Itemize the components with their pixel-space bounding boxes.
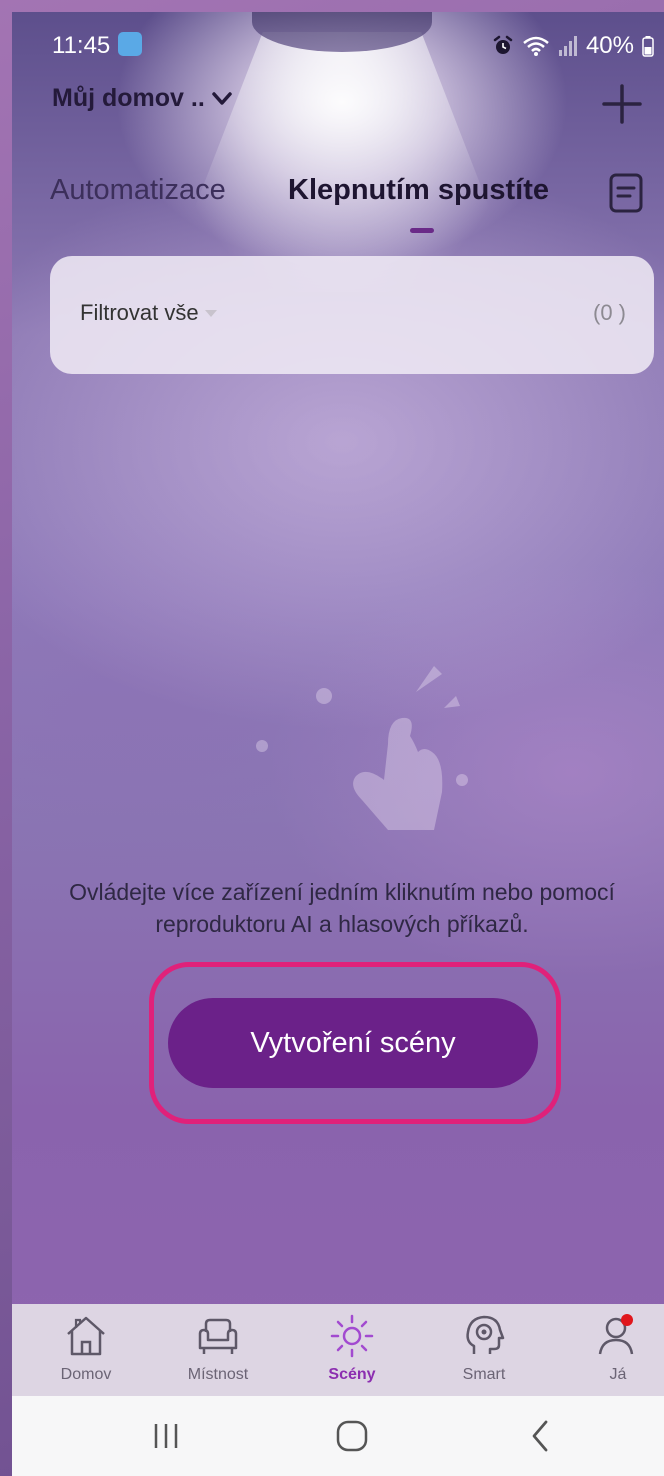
- notification-dot: [621, 1314, 633, 1326]
- nav-label-scenes: Scény: [328, 1366, 376, 1383]
- nav-item-smart[interactable]: Smart: [424, 1304, 544, 1396]
- recent-apps-icon[interactable]: [140, 1410, 192, 1462]
- home-name: Můj domov ..: [52, 84, 205, 112]
- chevron-down-icon: [212, 91, 232, 105]
- notification-app-icon: [118, 32, 142, 56]
- battery-icon: [642, 36, 654, 57]
- nav-item-room[interactable]: Místnost: [158, 1304, 278, 1396]
- bottom-nav: Domov Místnost Scény Smart Já: [12, 1304, 664, 1396]
- system-nav-bar: [12, 1396, 664, 1476]
- nav-item-home[interactable]: Domov: [26, 1304, 146, 1396]
- home-selector[interactable]: Můj domov ..: [52, 84, 233, 113]
- filter-dropdown[interactable]: Filtrovat vše: [80, 300, 217, 326]
- caret-down-icon: [204, 309, 217, 317]
- armchair-icon: [198, 1318, 238, 1354]
- nav-label-home: Domov: [60, 1366, 112, 1383]
- filter-card: Filtrovat vše (0 ): [50, 256, 654, 374]
- head-gear-icon: [466, 1315, 505, 1354]
- profile-icon: [598, 1314, 634, 1355]
- house-icon: [67, 1316, 105, 1356]
- status-time: 11:45: [52, 32, 111, 59]
- nav-label-me: Já: [609, 1366, 627, 1383]
- tab-automation[interactable]: Automatizace: [50, 174, 226, 207]
- status-indicators: 40%: [492, 32, 654, 60]
- status-bar: 11:45 40%: [12, 12, 664, 76]
- battery-percentage: 40%: [585, 32, 634, 59]
- plus-icon[interactable]: [596, 78, 648, 130]
- filter-label: Filtrovat vše: [80, 300, 199, 325]
- app-screen: 11:45 40% Můj domov .. Automatizace Klep…: [12, 12, 664, 1476]
- signal-icon: [558, 36, 577, 56]
- wifi-icon: [523, 36, 549, 56]
- alarm-icon: [493, 35, 513, 54]
- back-icon[interactable]: [514, 1410, 566, 1462]
- empty-state-message: Ovládejte více zařízení jedním kliknutím…: [69, 879, 615, 937]
- tap-hand-icon: [256, 666, 468, 830]
- nav-item-me[interactable]: Já: [558, 1304, 664, 1396]
- nav-label-room: Místnost: [187, 1366, 249, 1383]
- home-button-icon[interactable]: [326, 1410, 378, 1462]
- sun-icon: [330, 1314, 374, 1358]
- scene-count: (0 ): [593, 300, 626, 325]
- active-tab-indicator: [410, 228, 434, 233]
- log-list-icon[interactable]: [608, 172, 646, 216]
- tab-tap-to-run[interactable]: Klepnutím spustíte: [288, 174, 549, 207]
- nav-item-scenes[interactable]: Scény: [292, 1304, 412, 1396]
- nav-label-smart: Smart: [462, 1366, 506, 1383]
- create-scene-button[interactable]: Vytvoření scény: [168, 998, 538, 1088]
- tab-bar: Automatizace Klepnutím spustíte: [12, 172, 664, 252]
